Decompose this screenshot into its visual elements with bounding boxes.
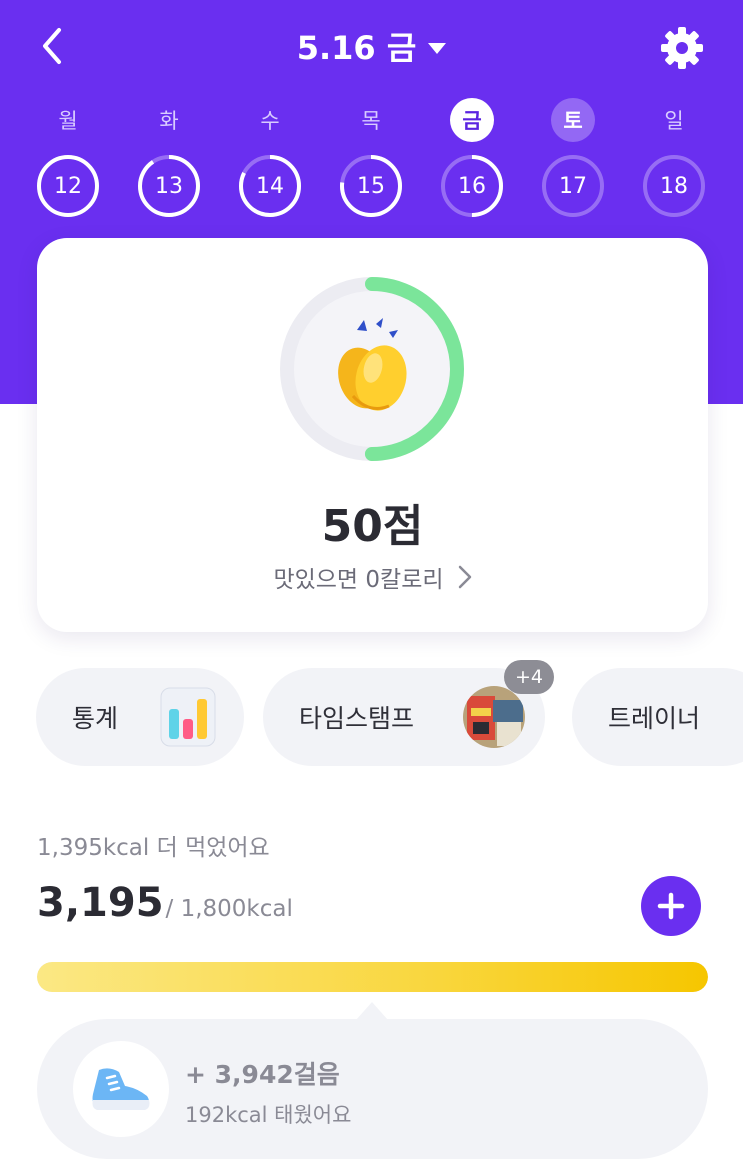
steps-card-pointer [356,1002,388,1020]
timestamp-label: 타임스탬프 [299,704,415,733]
settings-button[interactable] [656,22,708,74]
trainer-button[interactable]: 트레이너 [572,668,743,766]
day-number: 16 [458,173,486,199]
day-number: 12 [54,173,82,199]
score-subtitle: 맛있으면 0칼로리 [273,567,444,593]
calorie-surplus-text: 1,395kcal 더 먹었어요 [37,835,270,861]
score-card[interactable]: 50점 맛있으면 0칼로리 [37,238,708,632]
weekday-label: 수 [260,109,280,133]
bar-chart-icon [160,687,216,747]
gear-icon [661,27,703,69]
weekday-label: 목 [361,109,381,133]
score-progress-ring [280,277,464,461]
stats-button[interactable]: 통계 [36,668,244,766]
stats-label: 통계 [72,704,119,733]
calorie-progress-bar [37,962,708,992]
day-number: 14 [256,173,284,199]
day-button-13[interactable]: 13 [137,154,201,218]
calorie-summary: 3,195 / 1,800kcal [37,880,293,926]
photo-thumbnail-icon [463,686,525,748]
day-button-15[interactable]: 15 [339,154,403,218]
calorie-progress-fill [37,962,708,992]
plus-icon [657,892,685,920]
day-number: 17 [559,173,587,199]
top-bar: 5.16 금 [0,0,743,92]
date-title: 5.16 금 [296,29,417,67]
weekday-label-selected: 금 [450,98,494,142]
day-button-12[interactable]: 12 [36,154,100,218]
day-button-14[interactable]: 14 [238,154,302,218]
timestamp-count-badge: +4 [504,660,554,694]
weekday-label: 토 [551,98,595,142]
shoe-badge [73,1041,169,1137]
day-number: 18 [660,173,688,199]
caret-down-icon [428,42,447,54]
weekday-label: 화 [159,109,179,133]
add-food-button[interactable] [641,876,701,936]
score-value: 50점 [321,501,424,552]
sneaker-icon [92,1068,150,1110]
day-number: 15 [357,173,385,199]
day-button-18[interactable]: 18 [642,154,706,218]
steps-burned: 192kcal 태웠어요 [185,1103,352,1127]
weekday-label: 월 [58,109,78,133]
date-selector[interactable]: 5.16 금 [0,22,743,70]
day-button-16[interactable]: 16 [440,154,504,218]
day-number: 13 [155,173,183,199]
day-button-17[interactable]: 17 [541,154,605,218]
trainer-label: 트레이너 [608,704,701,733]
calories-goal: / 1,800kcal [165,896,293,922]
weekday-label: 일 [664,109,684,133]
calories-eaten: 3,195 [37,880,164,926]
steps-count: + 3,942걸음 [185,1060,340,1089]
steps-card[interactable]: + 3,942걸음 192kcal 태웠어요 [37,1019,708,1159]
chevron-right-icon [458,565,471,589]
timestamp-button[interactable]: 타임스탬프 [263,668,545,766]
